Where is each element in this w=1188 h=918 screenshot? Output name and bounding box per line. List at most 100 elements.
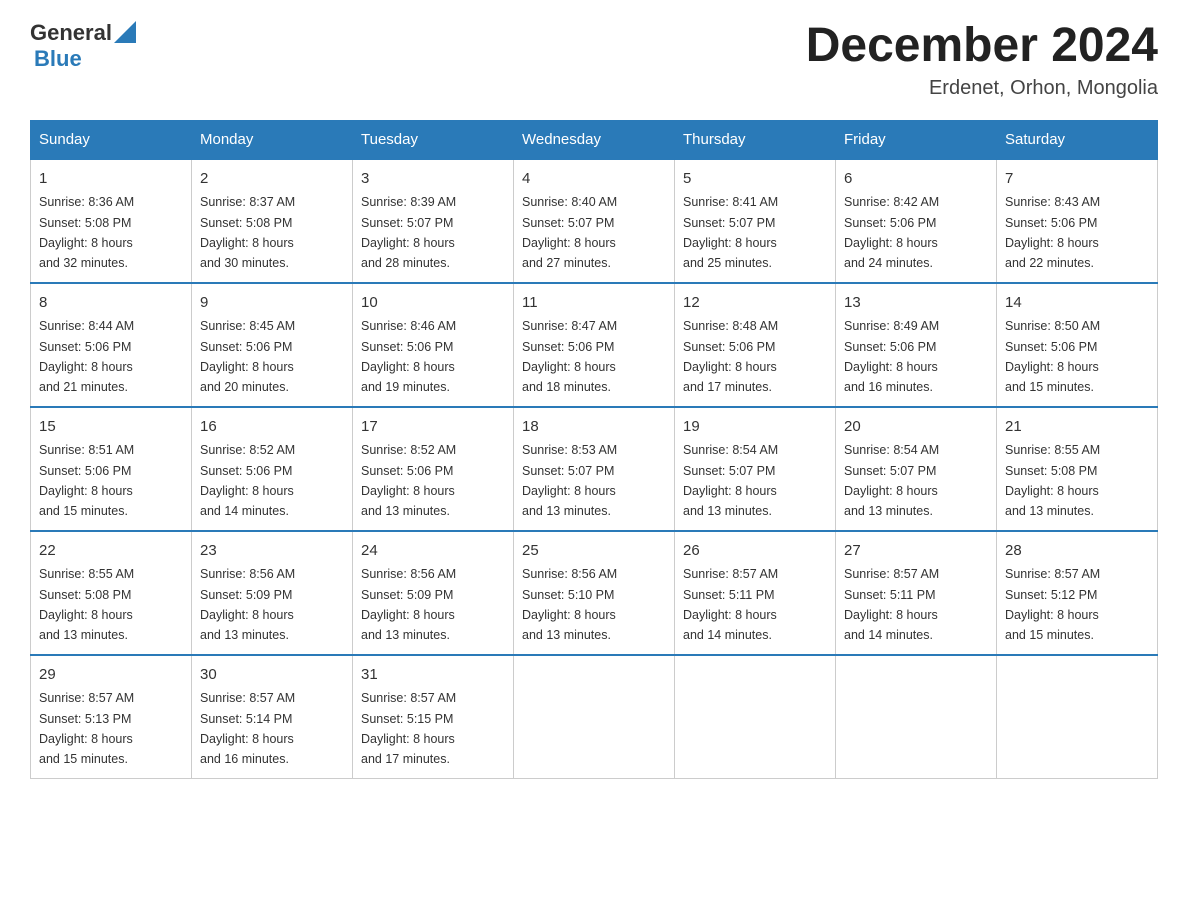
calendar-cell: 19 Sunrise: 8:54 AMSunset: 5:07 PMDayligh… (675, 407, 836, 531)
calendar-cell: 31 Sunrise: 8:57 AMSunset: 5:15 PMDayligh… (353, 655, 514, 779)
day-info: Sunrise: 8:57 AMSunset: 5:11 PMDaylight:… (844, 567, 939, 642)
week-row-3: 15Sunrise: 8:51 AMSunset: 5:06 PMDayligh… (31, 407, 1158, 531)
calendar-cell: 3 Sunrise: 8:39 AMSunset: 5:07 PMDaylight… (353, 159, 514, 283)
calendar-table: SundayMondayTuesdayWednesdayThursdayFrid… (30, 120, 1158, 779)
header-row: SundayMondayTuesdayWednesdayThursdayFrid… (31, 120, 1158, 159)
calendar-body: 1 Sunrise: 8:36 AMSunset: 5:08 PMDaylight… (31, 159, 1158, 779)
day-info: Sunrise: 8:53 AMSunset: 5:07 PMDaylight:… (522, 443, 617, 518)
calendar-cell: 16 Sunrise: 8:52 AMSunset: 5:06 PMDayligh… (192, 407, 353, 531)
calendar-cell: 30Sunrise: 8:57 AMSunset: 5:14 PMDayligh… (192, 655, 353, 779)
day-info: Sunrise: 8:46 AMSunset: 5:06 PMDaylight:… (361, 319, 456, 394)
calendar-cell: 9 Sunrise: 8:45 AMSunset: 5:06 PMDaylight… (192, 283, 353, 407)
logo-general-text: General (30, 20, 112, 46)
day-number: 28 (1005, 540, 1149, 563)
day-info: Sunrise: 8:54 AMSunset: 5:07 PMDaylight:… (683, 443, 778, 518)
day-info: Sunrise: 8:47 AMSunset: 5:06 PMDaylight:… (522, 319, 617, 394)
calendar-cell: 15Sunrise: 8:51 AMSunset: 5:06 PMDayligh… (31, 407, 192, 531)
calendar-cell (836, 655, 997, 779)
day-number: 16 (200, 416, 344, 439)
calendar-cell (675, 655, 836, 779)
day-info: Sunrise: 8:56 AMSunset: 5:09 PMDaylight:… (361, 567, 456, 642)
day-info: Sunrise: 8:55 AMSunset: 5:08 PMDaylight:… (39, 567, 134, 642)
day-number: 20 (844, 416, 988, 439)
header-cell-thursday: Thursday (675, 120, 836, 159)
week-row-5: 29 Sunrise: 8:57 AMSunset: 5:13 PMDayligh… (31, 655, 1158, 779)
header-cell-wednesday: Wednesday (514, 120, 675, 159)
day-info: Sunrise: 8:39 AMSunset: 5:07 PMDaylight:… (361, 195, 456, 270)
calendar-cell: 10 Sunrise: 8:46 AMSunset: 5:06 PMDayligh… (353, 283, 514, 407)
header-cell-tuesday: Tuesday (353, 120, 514, 159)
day-number: 26 (683, 540, 827, 563)
day-info: Sunrise: 8:48 AMSunset: 5:06 PMDaylight:… (683, 319, 778, 394)
logo: General Blue (30, 20, 136, 72)
calendar-cell: 27 Sunrise: 8:57 AMSunset: 5:11 PMDayligh… (836, 531, 997, 655)
day-info: Sunrise: 8:57 AMSunset: 5:13 PMDaylight:… (39, 691, 134, 766)
header-cell-monday: Monday (192, 120, 353, 159)
calendar-cell: 20 Sunrise: 8:54 AMSunset: 5:07 PMDayligh… (836, 407, 997, 531)
day-number: 25 (522, 540, 666, 563)
week-row-4: 22 Sunrise: 8:55 AMSunset: 5:08 PMDayligh… (31, 531, 1158, 655)
day-info: Sunrise: 8:56 AMSunset: 5:10 PMDaylight:… (522, 567, 617, 642)
logo-triangle-icon (114, 21, 136, 43)
day-info: Sunrise: 8:54 AMSunset: 5:07 PMDaylight:… (844, 443, 939, 518)
day-info: Sunrise: 8:36 AMSunset: 5:08 PMDaylight:… (39, 195, 134, 270)
day-number: 7 (1005, 168, 1149, 191)
day-info: Sunrise: 8:57 AMSunset: 5:12 PMDaylight:… (1005, 567, 1100, 642)
day-number: 19 (683, 416, 827, 439)
day-number: 27 (844, 540, 988, 563)
day-info: Sunrise: 8:45 AMSunset: 5:06 PMDaylight:… (200, 319, 295, 394)
calendar-cell: 6Sunrise: 8:42 AMSunset: 5:06 PMDaylight… (836, 159, 997, 283)
calendar-cell: 5 Sunrise: 8:41 AMSunset: 5:07 PMDaylight… (675, 159, 836, 283)
day-number: 31 (361, 664, 505, 687)
calendar-cell: 11Sunrise: 8:47 AMSunset: 5:06 PMDayligh… (514, 283, 675, 407)
page-header: General Blue December 2024 Erdenet, Orho… (30, 20, 1158, 100)
day-number: 9 (200, 292, 344, 315)
day-info: Sunrise: 8:52 AMSunset: 5:06 PMDaylight:… (200, 443, 295, 518)
day-info: Sunrise: 8:56 AMSunset: 5:09 PMDaylight:… (200, 567, 295, 642)
day-info: Sunrise: 8:41 AMSunset: 5:07 PMDaylight:… (683, 195, 778, 270)
day-number: 2 (200, 168, 344, 191)
day-number: 5 (683, 168, 827, 191)
day-info: Sunrise: 8:43 AMSunset: 5:06 PMDaylight:… (1005, 195, 1100, 270)
day-info: Sunrise: 8:37 AMSunset: 5:08 PMDaylight:… (200, 195, 295, 270)
day-number: 15 (39, 416, 183, 439)
calendar-cell: 12 Sunrise: 8:48 AMSunset: 5:06 PMDayligh… (675, 283, 836, 407)
calendar-cell: 26Sunrise: 8:57 AMSunset: 5:11 PMDayligh… (675, 531, 836, 655)
month-title: December 2024 (806, 20, 1158, 73)
calendar-cell: 13 Sunrise: 8:49 AMSunset: 5:06 PMDayligh… (836, 283, 997, 407)
day-number: 3 (361, 168, 505, 191)
day-number: 29 (39, 664, 183, 687)
day-number: 21 (1005, 416, 1149, 439)
week-row-1: 1 Sunrise: 8:36 AMSunset: 5:08 PMDaylight… (31, 159, 1158, 283)
day-number: 1 (39, 168, 183, 191)
header-cell-sunday: Sunday (31, 120, 192, 159)
calendar-cell: 18Sunrise: 8:53 AMSunset: 5:07 PMDayligh… (514, 407, 675, 531)
day-number: 22 (39, 540, 183, 563)
day-number: 17 (361, 416, 505, 439)
calendar-cell: 25 Sunrise: 8:56 AMSunset: 5:10 PMDayligh… (514, 531, 675, 655)
day-number: 13 (844, 292, 988, 315)
calendar-cell: 7 Sunrise: 8:43 AMSunset: 5:06 PMDaylight… (997, 159, 1158, 283)
day-number: 4 (522, 168, 666, 191)
day-number: 12 (683, 292, 827, 315)
calendar-cell: 8Sunrise: 8:44 AMSunset: 5:06 PMDaylight… (31, 283, 192, 407)
calendar-header: SundayMondayTuesdayWednesdayThursdayFrid… (31, 120, 1158, 159)
day-number: 10 (361, 292, 505, 315)
day-info: Sunrise: 8:55 AMSunset: 5:08 PMDaylight:… (1005, 443, 1100, 518)
header-cell-saturday: Saturday (997, 120, 1158, 159)
calendar-cell: 14Sunrise: 8:50 AMSunset: 5:06 PMDayligh… (997, 283, 1158, 407)
calendar-cell (514, 655, 675, 779)
title-area: December 2024 Erdenet, Orhon, Mongolia (806, 20, 1158, 100)
day-info: Sunrise: 8:57 AMSunset: 5:15 PMDaylight:… (361, 691, 456, 766)
day-info: Sunrise: 8:49 AMSunset: 5:06 PMDaylight:… (844, 319, 939, 394)
day-info: Sunrise: 8:44 AMSunset: 5:06 PMDaylight:… (39, 319, 134, 394)
calendar-cell: 23Sunrise: 8:56 AMSunset: 5:09 PMDayligh… (192, 531, 353, 655)
logo-blue-text: Blue (34, 46, 82, 72)
calendar-cell: 4 Sunrise: 8:40 AMSunset: 5:07 PMDaylight… (514, 159, 675, 283)
day-info: Sunrise: 8:50 AMSunset: 5:06 PMDaylight:… (1005, 319, 1100, 394)
day-number: 30 (200, 664, 344, 687)
location-title: Erdenet, Orhon, Mongolia (806, 77, 1158, 100)
calendar-cell (997, 655, 1158, 779)
day-number: 24 (361, 540, 505, 563)
day-info: Sunrise: 8:40 AMSunset: 5:07 PMDaylight:… (522, 195, 617, 270)
